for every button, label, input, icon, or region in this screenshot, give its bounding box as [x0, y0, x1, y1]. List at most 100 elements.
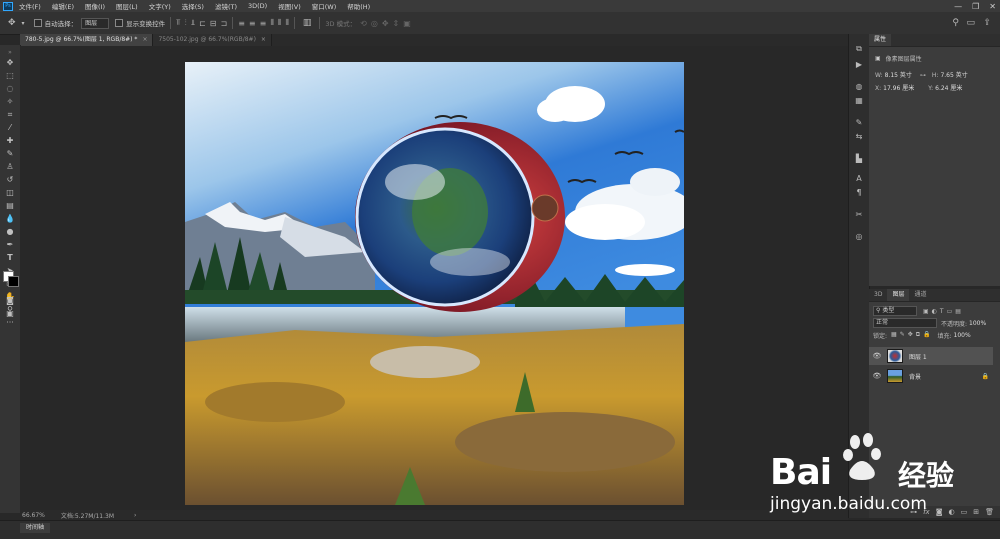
layer-row-background[interactable]: 👁 背景 🔒 — [869, 367, 993, 385]
distribute-bottom-icon[interactable]: ≡ — [260, 19, 267, 28]
quick-mask-icon[interactable]: ◙ — [4, 296, 16, 306]
scale-3d-icon[interactable]: ▣ — [403, 19, 411, 28]
swatches-icon[interactable]: ▦ — [853, 96, 865, 106]
marquee-tool-icon[interactable]: ⬚ — [4, 71, 16, 81]
opacity-field[interactable]: 100% — [969, 320, 986, 327]
tab-document-2[interactable]: 7505-102.jpg @ 66.7%(RGB/8#) × — [153, 34, 272, 46]
visibility-eye-icon[interactable]: 👁 — [872, 372, 882, 380]
link-icon[interactable]: ⊶ — [920, 72, 926, 79]
lasso-tool-icon[interactable]: ◌ — [4, 84, 16, 94]
tab-properties[interactable]: 属性 — [869, 34, 892, 46]
blur-tool-icon[interactable]: 💧 — [4, 214, 16, 224]
distribute-vcenter-icon[interactable]: ≡ — [249, 19, 256, 28]
align-vcenter-icon[interactable]: ⫶ — [185, 18, 187, 28]
chevron-down-icon[interactable]: ▾ — [22, 20, 25, 27]
paragraph-icon[interactable]: ¶ — [853, 188, 865, 198]
brush-settings-icon[interactable]: ✎ — [853, 118, 865, 128]
history-brush-tool-icon[interactable]: ↺ — [4, 175, 16, 185]
background-color-swatch[interactable] — [8, 276, 19, 287]
menu-select[interactable]: 选择(S) — [182, 1, 204, 11]
pen-tool-icon[interactable]: ✒ — [4, 240, 16, 250]
auto-select-dropdown[interactable]: 图层 — [81, 17, 110, 29]
gradient-tool-icon[interactable]: ▤ — [4, 201, 16, 211]
menu-window[interactable]: 窗口(W) — [312, 1, 337, 11]
auto-select-checkbox[interactable] — [33, 19, 42, 27]
menu-help[interactable]: 帮助(H) — [347, 1, 370, 11]
character-icon[interactable]: A — [853, 174, 865, 184]
collapse-icon[interactable]: » — [4, 48, 16, 58]
workspace-icon[interactable]: ▭ — [966, 18, 975, 28]
actions-play-icon[interactable]: ▶ — [853, 60, 865, 70]
eraser-tool-icon[interactable]: ◫ — [4, 188, 16, 198]
lock-icons[interactable]: ▦✎✥⧉🔒 — [891, 331, 933, 339]
close-icon[interactable]: × — [261, 36, 266, 43]
tab-document-1[interactable]: 780-5.jpg @ 66.7%(图层 1, RGB/8#) * × — [20, 34, 154, 46]
align-left-icon[interactable]: ⊏ — [199, 19, 206, 28]
layer-name[interactable]: 图层 1 — [909, 352, 927, 361]
type-tool-icon[interactable]: T — [4, 253, 16, 263]
filter-icons[interactable]: ▣◐T▭▤ — [923, 308, 964, 315]
menu-filter[interactable]: 滤镜(T) — [215, 1, 237, 11]
move-tool-icon[interactable]: ✥ — [4, 58, 16, 68]
align-right-icon[interactable]: ⊐ — [221, 19, 228, 28]
menu-edit[interactable]: 编辑(E) — [52, 1, 74, 11]
menu-image[interactable]: 图像(I) — [85, 1, 105, 11]
close-button[interactable]: ✕ — [989, 2, 996, 11]
distribute-hcenter-icon[interactable]: ⦀ — [278, 18, 282, 28]
distribute-left-icon[interactable]: ⦀ — [270, 18, 274, 28]
search-icon[interactable]: ⚲ — [952, 18, 959, 28]
tab-3d[interactable]: 3D — [869, 289, 887, 301]
lock-icon[interactable]: 🔒 — [982, 373, 989, 380]
screen-mode-icon[interactable]: ▣ — [4, 309, 16, 319]
layer-filter-dropdown[interactable]: ⚲ 类型 — [873, 306, 917, 316]
visibility-eye-icon[interactable]: 👁 — [872, 352, 882, 360]
share-icon[interactable]: ⇪ — [983, 18, 991, 28]
roll-3d-icon[interactable]: ◎ — [371, 19, 378, 28]
minimize-button[interactable]: — — [954, 2, 962, 11]
menu-view[interactable]: 视图(V) — [278, 1, 301, 11]
eyedropper-tool-icon[interactable]: ⁄ — [4, 123, 16, 133]
show-transform-checkbox[interactable] — [115, 19, 124, 27]
blend-mode-dropdown[interactable]: 正常 — [873, 318, 937, 328]
layer-name[interactable]: 背景 — [909, 372, 921, 381]
height-field[interactable]: 7.65 英寸 — [938, 72, 969, 80]
restore-button[interactable]: ❐ — [972, 2, 979, 11]
tool-presets-icon[interactable]: ✂ — [853, 210, 865, 220]
layer-row-layer-1[interactable]: 👁 图层 1 — [869, 347, 993, 365]
drag-3d-icon[interactable]: ✥ — [382, 19, 389, 28]
auto-align-icon[interactable]: ▥ — [303, 18, 312, 28]
adjustments-icon[interactable]: ⇆ — [853, 132, 865, 142]
tab-timeline[interactable]: 时间轴 — [20, 523, 51, 533]
tab-layers[interactable]: 图层 — [887, 289, 910, 301]
history-icon[interactable]: ⧉ — [853, 44, 865, 54]
menu-3d[interactable]: 3D(D) — [248, 2, 267, 10]
align-bottom-icon[interactable]: ⫫ — [191, 18, 196, 28]
distribute-right-icon[interactable]: ⦀ — [285, 18, 289, 28]
dodge-tool-icon[interactable]: ● — [4, 227, 16, 237]
healing-brush-tool-icon[interactable]: ✚ — [4, 136, 16, 146]
tab-channels[interactable]: 通道 — [909, 289, 931, 301]
align-hcenter-icon[interactable]: ⊟ — [210, 19, 217, 28]
distribute-top-icon[interactable]: ≡ — [238, 19, 245, 28]
layer-comps-icon[interactable]: ◎ — [853, 232, 865, 242]
x-field[interactable]: 17.96 厘米 — [881, 85, 916, 93]
slide-3d-icon[interactable]: ⇕ — [393, 19, 400, 28]
status-menu-arrow[interactable]: › — [134, 512, 136, 519]
crop-tool-icon[interactable]: ⌗ — [4, 110, 16, 120]
menu-file[interactable]: 文件(F) — [19, 1, 41, 11]
width-field[interactable]: 8.15 英寸 — [883, 72, 914, 80]
color-icon[interactable]: ◍ — [853, 82, 865, 92]
close-icon[interactable]: × — [142, 36, 147, 43]
document-canvas-image[interactable] — [185, 62, 684, 505]
fill-field[interactable]: 100% — [954, 332, 971, 339]
align-top-icon[interactable]: ⫪ — [176, 18, 181, 28]
magic-wand-tool-icon[interactable]: ✧ — [4, 97, 16, 107]
libraries-icon[interactable]: ▙ — [853, 154, 865, 164]
move-tool-icon[interactable]: ✥ — [8, 18, 16, 28]
menu-type[interactable]: 文字(Y) — [149, 1, 171, 11]
clone-stamp-tool-icon[interactable]: ♙ — [4, 162, 16, 172]
more-tools-icon[interactable]: ··· — [4, 318, 16, 328]
brush-tool-icon[interactable]: ✎ — [4, 149, 16, 159]
zoom-level[interactable]: 66.67% — [22, 512, 45, 519]
y-field[interactable]: 6.24 厘米 — [933, 85, 964, 93]
